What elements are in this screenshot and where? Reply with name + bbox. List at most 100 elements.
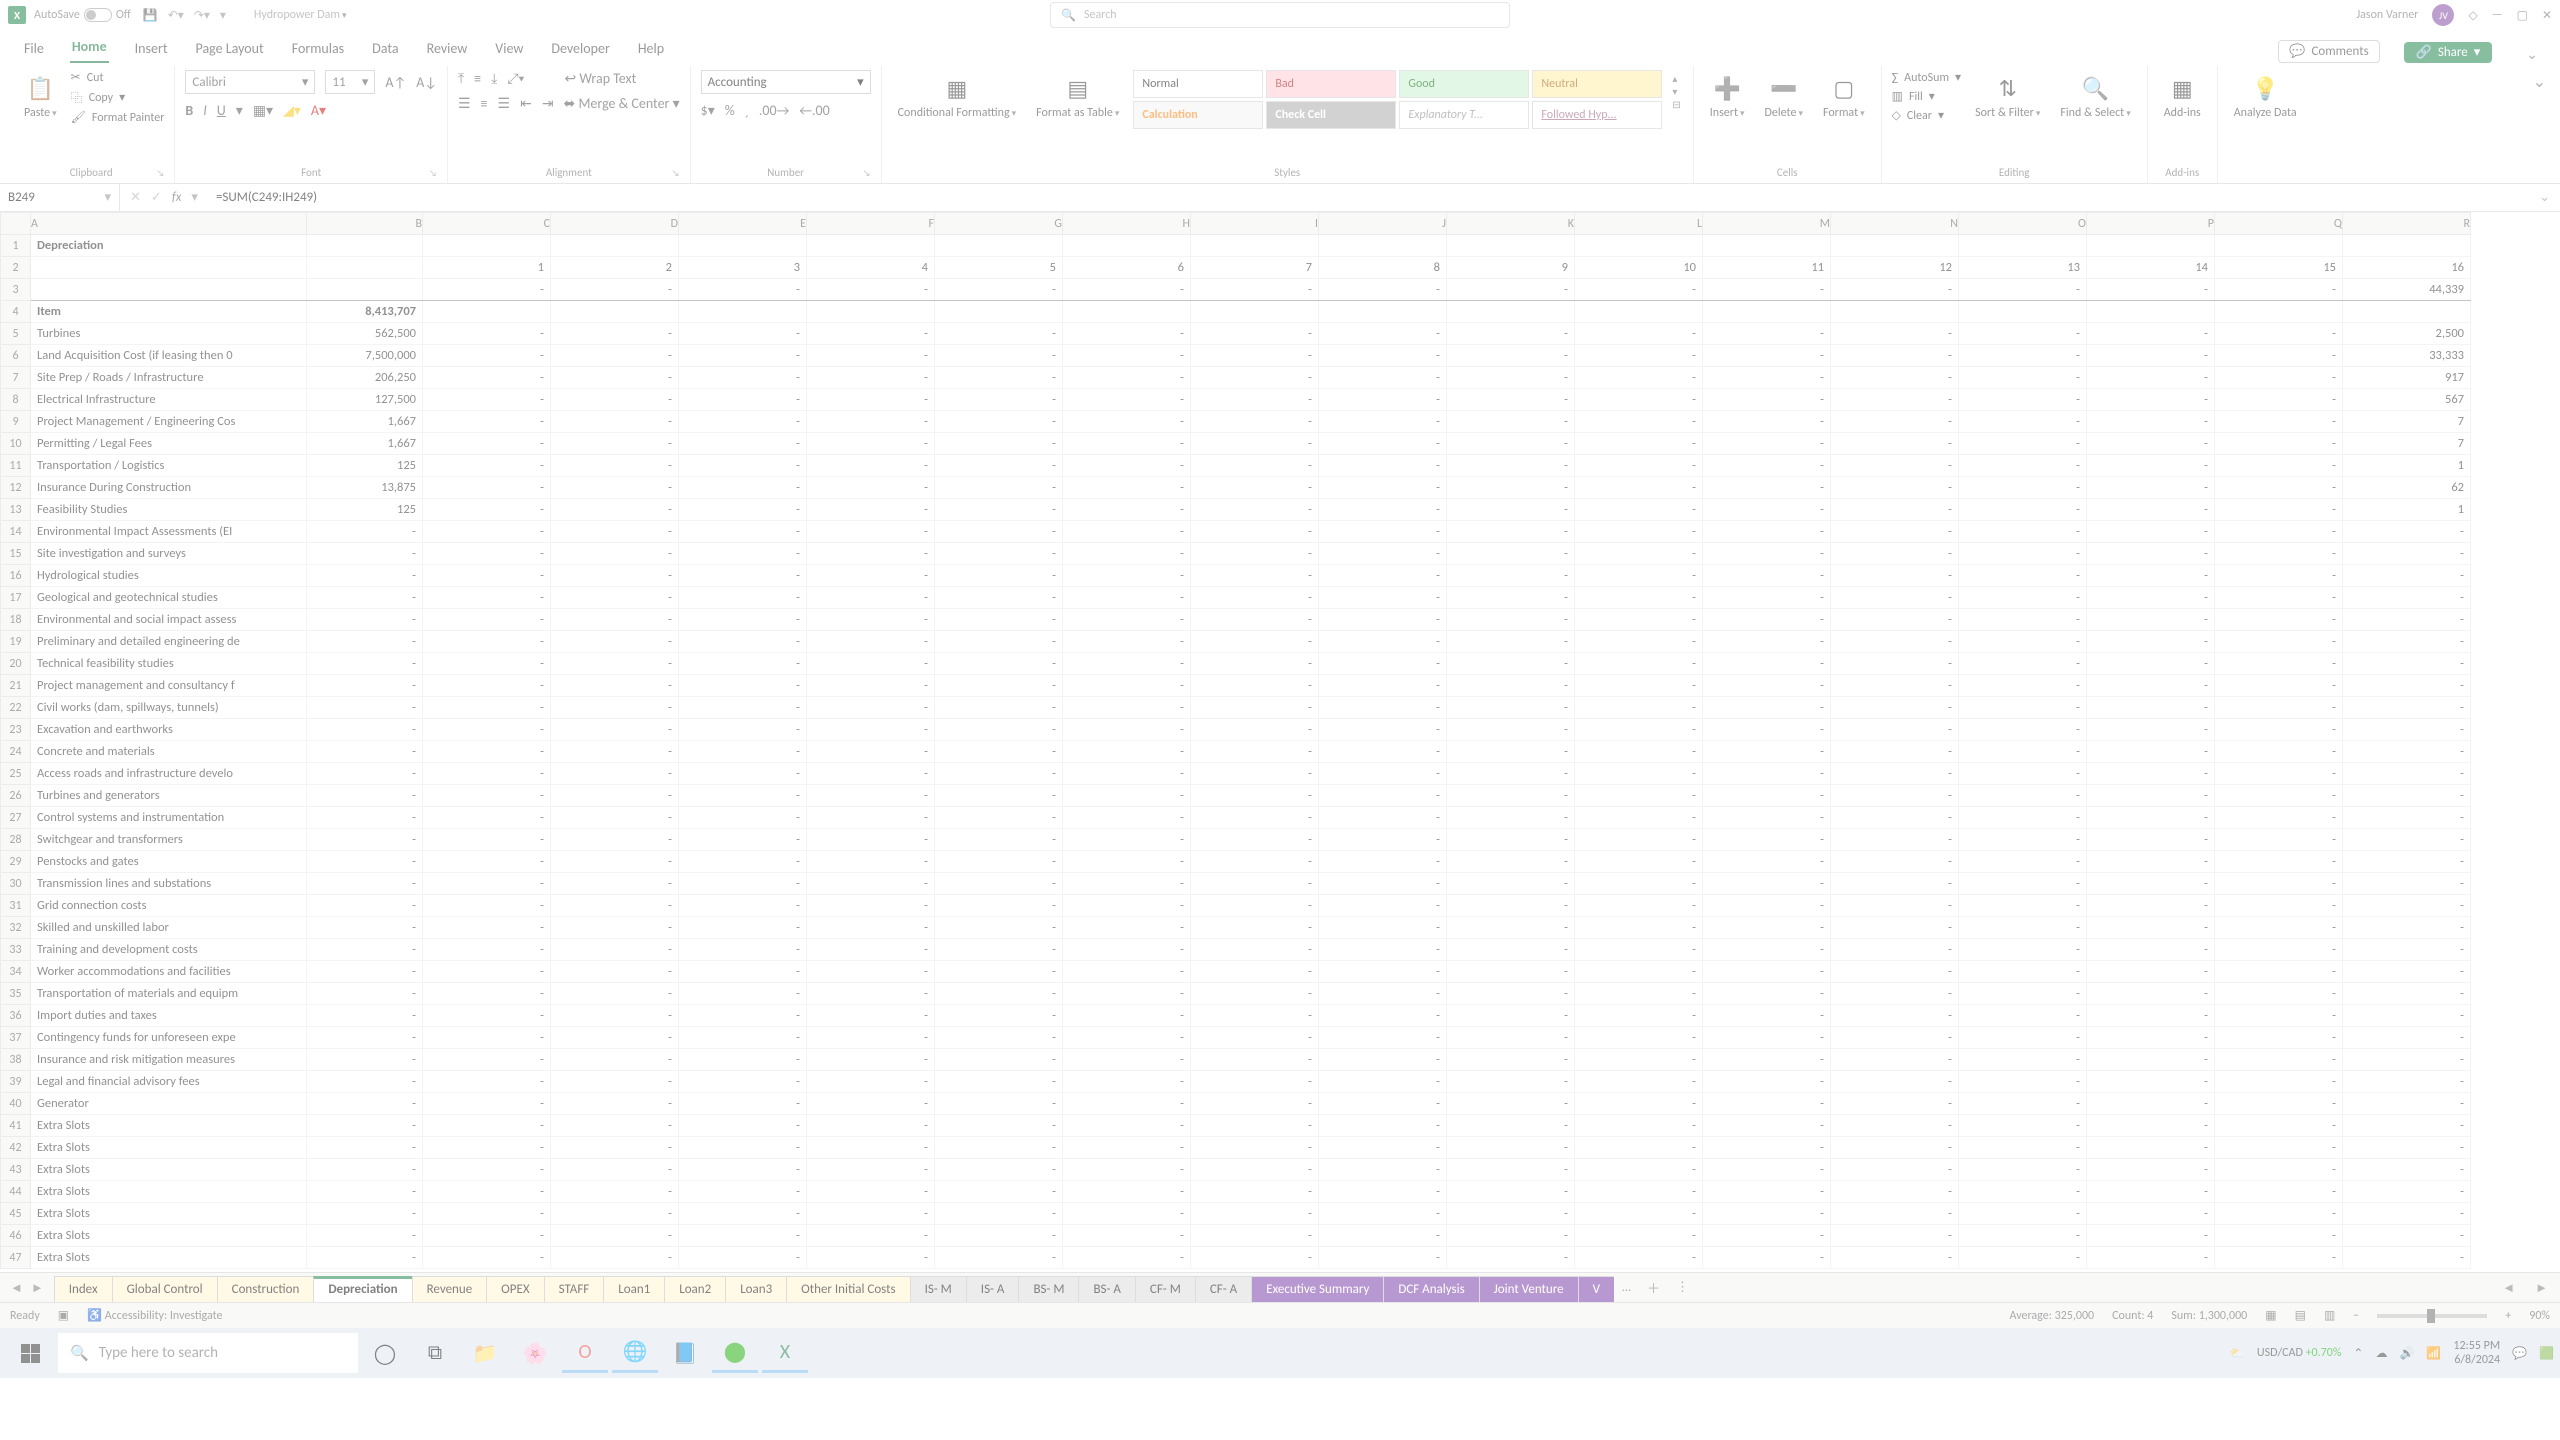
cell[interactable]: - (2215, 697, 2343, 719)
cell[interactable]: - (551, 829, 679, 851)
cell[interactable]: - (1959, 895, 2087, 917)
cell[interactable]: - (423, 1049, 551, 1071)
cell[interactable]: - (1063, 587, 1191, 609)
cell[interactable]: Access roads and infrastructure develo (31, 763, 307, 785)
cell[interactable]: - (1703, 851, 1831, 873)
cell[interactable]: - (1831, 785, 1959, 807)
cell[interactable]: - (1063, 279, 1191, 301)
cell[interactable]: - (1447, 1203, 1575, 1225)
cell[interactable]: - (1959, 411, 2087, 433)
tab-scroll-right-icon[interactable]: ► (31, 1280, 44, 1296)
cell[interactable]: - (2087, 1137, 2215, 1159)
coming-soon-icon[interactable]: ◇ (2468, 8, 2477, 23)
cell[interactable]: - (1703, 741, 1831, 763)
cell[interactable]: Transmission lines and substations (31, 873, 307, 895)
row-header[interactable]: 9 (1, 411, 31, 433)
cell[interactable]: - (423, 895, 551, 917)
cell[interactable]: - (1447, 1181, 1575, 1203)
row-header[interactable]: 42 (1, 1137, 31, 1159)
excel-taskbar-icon[interactable]: X (762, 1333, 808, 1373)
cell[interactable]: - (1575, 1181, 1703, 1203)
cell[interactable]: - (935, 345, 1063, 367)
cell[interactable]: Transportation of materials and equipm (31, 983, 307, 1005)
cell[interactable]: - (1959, 939, 2087, 961)
cell[interactable]: - (1959, 873, 2087, 895)
cell[interactable]: - (1831, 1247, 1959, 1269)
row-header[interactable]: 2 (1, 257, 31, 279)
cell[interactable]: - (551, 895, 679, 917)
cell[interactable]: - (1447, 983, 1575, 1005)
cell[interactable]: - (1575, 279, 1703, 301)
col-header[interactable]: M (1703, 213, 1831, 235)
cell[interactable]: 44,339 (2343, 279, 2471, 301)
cell[interactable]: - (1191, 851, 1319, 873)
cell[interactable]: - (679, 1247, 807, 1269)
enter-formula-icon[interactable]: ✓ (151, 190, 162, 205)
cell[interactable]: 13,875 (307, 477, 423, 499)
row-header[interactable]: 3 (1, 279, 31, 301)
tab-page-layout[interactable]: Page Layout (194, 34, 266, 63)
cell[interactable]: - (307, 983, 423, 1005)
cell[interactable]: - (1703, 807, 1831, 829)
cell[interactable]: - (2343, 1027, 2471, 1049)
format-cells-button[interactable]: ▢Format (1817, 70, 1871, 122)
fill-color-button[interactable]: ◢▾ (283, 102, 301, 119)
cell[interactable]: - (1575, 653, 1703, 675)
cell[interactable]: - (551, 961, 679, 983)
cell[interactable]: - (1959, 653, 2087, 675)
cell[interactable]: - (807, 719, 935, 741)
cell[interactable] (1191, 235, 1319, 257)
cell[interactable]: - (1703, 609, 1831, 631)
dialog-launcher-icon[interactable]: ↘ (672, 168, 680, 179)
row-header[interactable]: 4 (1, 301, 31, 323)
cell[interactable]: - (935, 1247, 1063, 1269)
cell[interactable]: 125 (307, 499, 423, 521)
sheet-tab[interactable]: Construction (217, 1276, 315, 1302)
cell[interactable]: - (935, 1203, 1063, 1225)
cell[interactable]: - (807, 741, 935, 763)
cell[interactable]: - (1063, 411, 1191, 433)
cell[interactable]: - (1319, 895, 1447, 917)
cell[interactable]: - (1447, 631, 1575, 653)
cell[interactable]: - (1703, 1049, 1831, 1071)
cell[interactable]: Geological and geotechnical studies (31, 587, 307, 609)
cell[interactable]: - (1959, 521, 2087, 543)
cell[interactable]: - (1831, 631, 1959, 653)
cell[interactable]: - (1959, 1247, 2087, 1269)
cell[interactable]: - (307, 741, 423, 763)
cell[interactable]: - (2087, 675, 2215, 697)
cell[interactable]: - (1959, 323, 2087, 345)
cell[interactable]: - (1063, 477, 1191, 499)
row-header[interactable]: 17 (1, 587, 31, 609)
cell[interactable]: - (679, 1005, 807, 1027)
cell[interactable]: - (1447, 653, 1575, 675)
cell[interactable]: 562,500 (307, 323, 423, 345)
cell[interactable]: - (807, 1115, 935, 1137)
cell[interactable]: - (1319, 1005, 1447, 1027)
cell[interactable]: - (1703, 411, 1831, 433)
cell[interactable]: - (1447, 1071, 1575, 1093)
cell[interactable]: - (1319, 367, 1447, 389)
cell[interactable]: - (935, 719, 1063, 741)
row-header[interactable]: 39 (1, 1071, 31, 1093)
cell[interactable]: - (1959, 1027, 2087, 1049)
cell[interactable]: - (1831, 895, 1959, 917)
cell[interactable]: - (1063, 565, 1191, 587)
cell[interactable]: - (1575, 763, 1703, 785)
document-title[interactable]: Hydropower Dam (254, 8, 347, 22)
cell[interactable]: - (679, 917, 807, 939)
cell[interactable]: - (307, 763, 423, 785)
cell[interactable]: Concrete and materials (31, 741, 307, 763)
cell[interactable]: Penstocks and gates (31, 851, 307, 873)
cell[interactable]: - (1575, 1225, 1703, 1247)
cell[interactable]: - (1319, 697, 1447, 719)
cell[interactable]: - (2087, 1071, 2215, 1093)
row-header[interactable]: 8 (1, 389, 31, 411)
cell[interactable]: - (1063, 433, 1191, 455)
cell[interactable]: - (1447, 521, 1575, 543)
cell[interactable]: - (307, 1137, 423, 1159)
cell[interactable]: - (1703, 1225, 1831, 1247)
cell[interactable]: 12 (1831, 257, 1959, 279)
app-icon[interactable]: 📘 (662, 1333, 708, 1373)
cell[interactable]: - (1575, 1137, 1703, 1159)
